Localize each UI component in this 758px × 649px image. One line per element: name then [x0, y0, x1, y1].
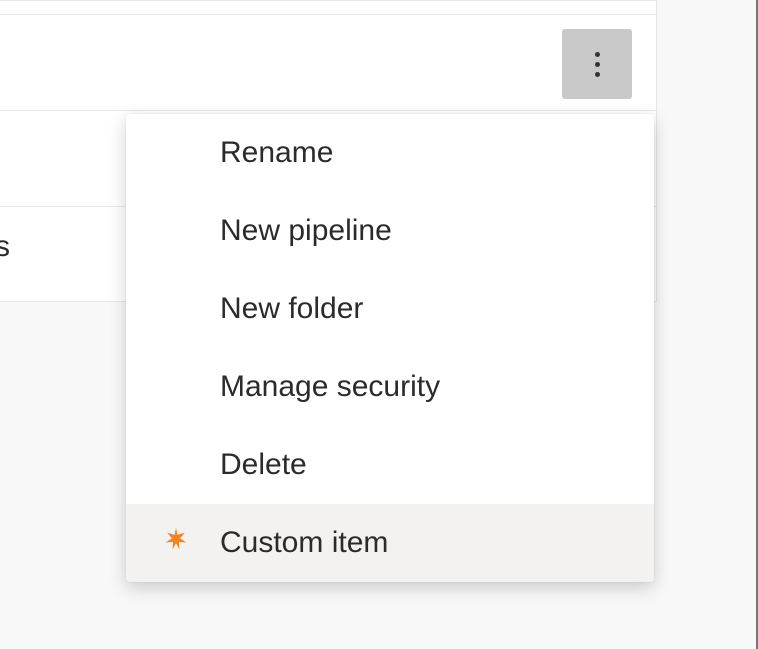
menu-item-label: New pipeline	[220, 214, 392, 248]
menu-item-label: Rename	[220, 136, 333, 170]
menu-item-custom[interactable]: Custom item	[126, 504, 654, 582]
panel-row	[0, 15, 656, 111]
asterisk-icon	[162, 525, 190, 561]
menu-item-label: Manage security	[220, 370, 440, 404]
menu-item-label: Custom item	[220, 526, 388, 560]
menu-item-manage-security[interactable]: Manage security	[126, 348, 654, 426]
context-menu: Rename New pipeline New folder Manage se…	[126, 114, 654, 582]
menu-item-rename[interactable]: Rename	[126, 114, 654, 192]
panel-row	[0, 1, 656, 15]
menu-item-label: New folder	[220, 292, 363, 326]
vertical-dots-icon	[595, 52, 600, 77]
more-options-button[interactable]	[562, 29, 632, 99]
menu-item-new-folder[interactable]: New folder	[126, 270, 654, 348]
menu-item-delete[interactable]: Delete	[126, 426, 654, 504]
menu-item-label: Delete	[220, 448, 307, 482]
menu-item-new-pipeline[interactable]: New pipeline	[126, 192, 654, 270]
truncated-text-fragment: s	[0, 230, 10, 264]
